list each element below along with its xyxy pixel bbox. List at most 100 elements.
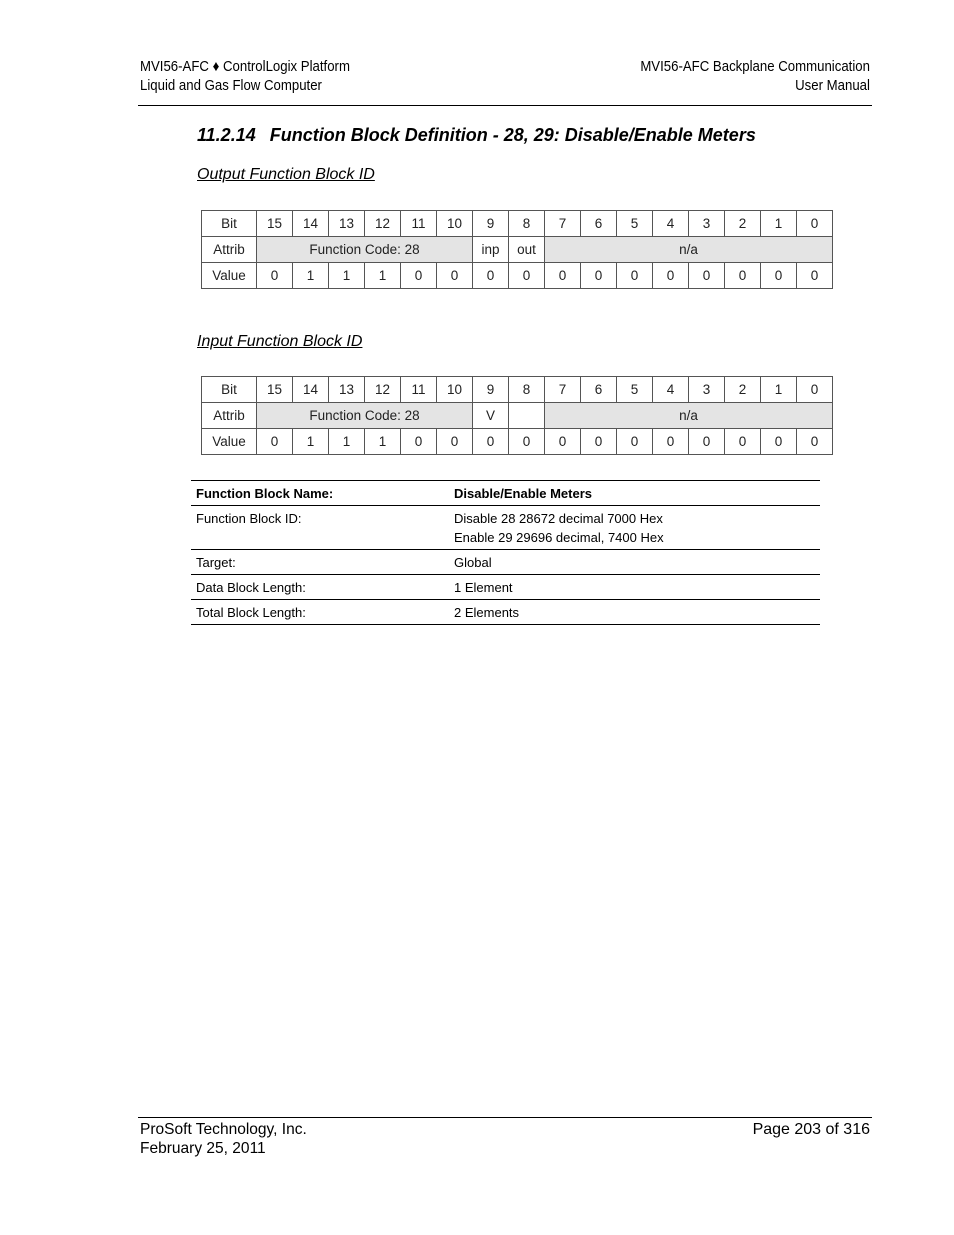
- bit-cell: 15: [256, 210, 293, 237]
- row-label-attrib: Attrib: [201, 402, 257, 429]
- header-divider: [138, 105, 872, 106]
- value-cell: 0: [544, 262, 581, 289]
- output-block-heading: Output Function Block ID: [197, 166, 375, 183]
- bit-cell: 2: [724, 210, 761, 237]
- value-cell: 0: [760, 262, 797, 289]
- bit-cell: 3: [688, 210, 725, 237]
- value-cell: 1: [292, 428, 329, 455]
- bit-cell: 5: [616, 210, 653, 237]
- info-value: Global: [449, 549, 820, 575]
- value-cell: 0: [256, 262, 293, 289]
- value-cell: 0: [436, 262, 473, 289]
- page-header-left: MVI56-AFC ♦ ControlLogix Platform Liquid…: [140, 57, 350, 95]
- attrib-na-cell: n/a: [544, 236, 833, 263]
- bit-cell: 1: [760, 210, 797, 237]
- section-number: 11.2.14: [197, 125, 256, 145]
- value-cell: 0: [616, 428, 653, 455]
- output-bit-table: Bit 15 14 13 12 11 10 9 8 7 6 5 4 3 2 1 …: [201, 210, 833, 289]
- value-cell: 0: [688, 428, 725, 455]
- bit-cell: 12: [364, 376, 401, 403]
- bit-cell: 14: [292, 376, 329, 403]
- footer-company: ProSoft Technology, Inc.: [140, 1121, 307, 1138]
- info-key: Function Block Name:: [191, 480, 449, 506]
- header-product-line: MVI56-AFC ♦ ControlLogix Platform: [140, 58, 350, 75]
- function-code-cell: Function Code: 28: [256, 236, 473, 263]
- info-key: Function Block ID:: [191, 505, 449, 550]
- value-row: Value 0 1 1 1 0 0 0 0 0 0 0 0 0 0 0 0: [201, 262, 833, 289]
- bit-row: Bit 15 14 13 12 11 10 9 8 7 6 5 4 3 2 1 …: [201, 376, 833, 403]
- info-row-total-length: Total Block Length: 2 Elements: [191, 599, 820, 625]
- info-value: 2 Elements: [449, 599, 820, 625]
- function-code-cell: Function Code: 28: [256, 402, 473, 429]
- value-cell: 0: [652, 428, 689, 455]
- value-cell: 0: [580, 262, 617, 289]
- page-header-right: MVI56-AFC Backplane Communication User M…: [640, 57, 870, 95]
- bit-cell: 10: [436, 376, 473, 403]
- bit-cell: 4: [652, 210, 689, 237]
- value-cell: 0: [544, 428, 581, 455]
- bit-cell: 5: [616, 376, 653, 403]
- bit-cell: 8: [508, 376, 545, 403]
- bit-cell: 0: [796, 210, 833, 237]
- value-cell: 0: [616, 262, 653, 289]
- value-cell: 0: [688, 262, 725, 289]
- row-label-bit: Bit: [201, 376, 257, 403]
- value-row: Value 0 1 1 1 0 0 0 0 0 0 0 0 0 0 0 0: [201, 428, 833, 455]
- value-cell: 0: [400, 428, 437, 455]
- page-number: Page 203 of 316: [752, 1121, 870, 1138]
- info-value: Disable/Enable Meters: [449, 480, 820, 506]
- bit-cell: 3: [688, 376, 725, 403]
- attrib-bit8-cell: [508, 402, 545, 429]
- row-label-value: Value: [201, 262, 257, 289]
- value-cell: 0: [436, 428, 473, 455]
- attrib-row: Attrib Function Code: 28 inp out n/a: [201, 236, 833, 263]
- info-row-data-length: Data Block Length: 1 Element: [191, 574, 820, 600]
- row-label-bit: Bit: [201, 210, 257, 237]
- bit-row: Bit 15 14 13 12 11 10 9 8 7 6 5 4 3 2 1 …: [201, 210, 833, 237]
- value-cell: 0: [400, 262, 437, 289]
- bit-cell: 9: [472, 376, 509, 403]
- value-cell: 0: [508, 262, 545, 289]
- value-cell: 0: [796, 262, 833, 289]
- value-cell: 0: [652, 262, 689, 289]
- value-cell: 0: [472, 262, 509, 289]
- bit-cell: 10: [436, 210, 473, 237]
- info-value: 1 Element: [449, 574, 820, 600]
- section-heading: 11.2.14 Function Block Definition - 28, 2…: [197, 125, 756, 146]
- value-cell: 0: [796, 428, 833, 455]
- attrib-bit9-cell: inp: [472, 236, 509, 263]
- input-block-heading: Input Function Block ID: [197, 333, 363, 350]
- info-row-name: Function Block Name: Disable/Enable Mete…: [191, 480, 820, 506]
- header-product-subtitle: Liquid and Gas Flow Computer: [140, 77, 322, 94]
- header-doc-type: User Manual: [795, 77, 870, 94]
- bit-cell: 6: [580, 376, 617, 403]
- bit-cell: 12: [364, 210, 401, 237]
- row-label-attrib: Attrib: [201, 236, 257, 263]
- bit-cell: 7: [544, 210, 581, 237]
- value-cell: 0: [580, 428, 617, 455]
- bit-cell: 4: [652, 376, 689, 403]
- attrib-na-cell: n/a: [544, 402, 833, 429]
- bit-cell: 15: [256, 376, 293, 403]
- bit-cell: 7: [544, 376, 581, 403]
- info-value-disable-id: Disable 28 28672 decimal 7000 Hex: [454, 511, 663, 526]
- value-cell: 1: [328, 428, 365, 455]
- info-row-target: Target: Global: [191, 549, 820, 575]
- bit-cell: 13: [328, 210, 365, 237]
- bit-cell: 0: [796, 376, 833, 403]
- bit-cell: 2: [724, 376, 761, 403]
- input-bit-table: Bit 15 14 13 12 11 10 9 8 7 6 5 4 3 2 1 …: [201, 376, 833, 455]
- bit-cell: 11: [400, 210, 437, 237]
- value-cell: 0: [256, 428, 293, 455]
- footer-divider: [138, 1117, 872, 1118]
- section-title: Function Block Definition - 28, 29: Disa…: [269, 125, 756, 145]
- info-key: Total Block Length:: [191, 599, 449, 625]
- info-value: Disable 28 28672 decimal 7000 Hex Enable…: [449, 505, 820, 550]
- value-cell: 0: [724, 262, 761, 289]
- value-cell: 1: [364, 428, 401, 455]
- header-doc-title: MVI56-AFC Backplane Communication: [640, 58, 870, 75]
- value-cell: 0: [472, 428, 509, 455]
- value-cell: 0: [508, 428, 545, 455]
- value-cell: 0: [724, 428, 761, 455]
- attrib-bit8-cell: out: [508, 236, 545, 263]
